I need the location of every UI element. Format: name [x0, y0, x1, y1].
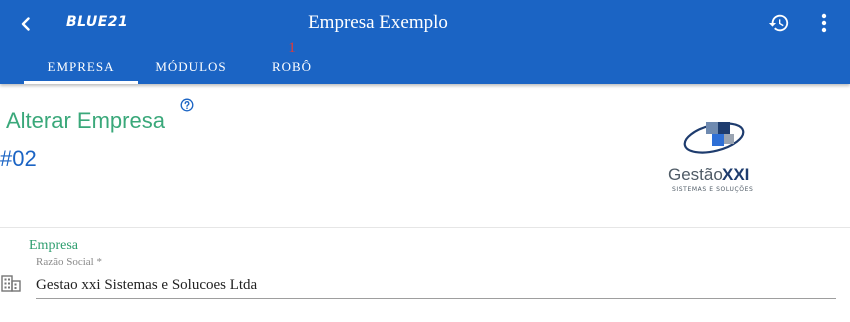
razao-social-label: Razão Social *	[36, 256, 102, 268]
company-code: #02	[0, 146, 37, 171]
tab-label: MÓDULOS	[155, 59, 227, 74]
razao-social-input[interactable]	[36, 272, 836, 299]
app-bar: BLUE21 Empresa Exemplo EMPRESA MÓDULOS 1…	[0, 0, 850, 84]
tab-bar: EMPRESA MÓDULOS 1 ROBÔ	[24, 40, 340, 84]
tab-label: EMPRESA	[47, 59, 115, 74]
help-circle-icon	[180, 98, 194, 112]
help-button[interactable]	[180, 98, 194, 112]
building-icon	[1, 274, 21, 292]
tab-label: ROBÔ	[271, 59, 313, 74]
tab-modulos[interactable]: MÓDULOS	[138, 50, 244, 84]
tab-empresa[interactable]: EMPRESA	[24, 50, 138, 84]
gestao-xxi-logo: Gestão XXI SISTEMAS E SOLUÇÕES	[668, 122, 753, 193]
tab-robo[interactable]: 1 ROBÔ	[244, 40, 340, 84]
app-logo: BLUE21	[66, 14, 129, 30]
svg-text:SISTEMAS E SOLUÇÕES: SISTEMAS E SOLUÇÕES	[672, 186, 753, 193]
page-title: Empresa Exemplo	[308, 12, 448, 33]
back-button[interactable]	[12, 10, 40, 38]
divider	[0, 227, 850, 228]
chevron-left-icon	[21, 17, 30, 31]
section-title: Empresa	[29, 238, 78, 253]
svg-text:Gestão: Gestão	[668, 165, 723, 184]
svg-text:XXI: XXI	[722, 165, 749, 184]
form-heading: Alterar Empresa	[6, 108, 165, 133]
history-button[interactable]	[764, 8, 794, 38]
history-icon	[768, 14, 789, 32]
company-logo: Gestão XXI SISTEMAS E SOLUÇÕES	[664, 112, 768, 194]
more-options-button[interactable]	[810, 8, 838, 38]
more-vert-icon	[821, 13, 827, 33]
notification-badge: 1	[288, 40, 296, 56]
